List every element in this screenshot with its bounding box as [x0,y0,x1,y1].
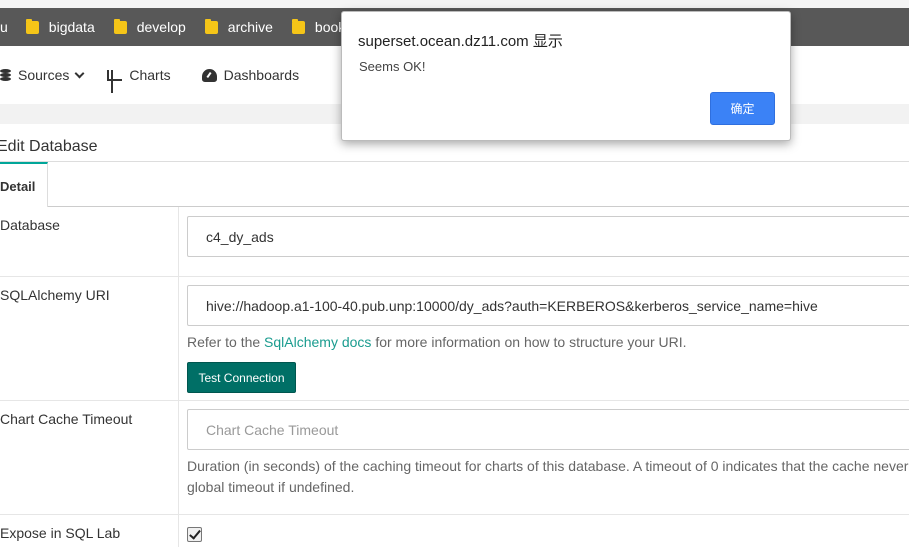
form-row-database: Database [0,207,909,277]
bookmark-bigdata[interactable]: bigdata [25,18,95,35]
folder-icon [113,18,127,34]
expose-sql-lab-checkbox[interactable] [187,527,202,542]
row-separator [178,401,179,514]
folder-icon [291,18,305,34]
database-input[interactable] [187,216,909,257]
row-separator [178,515,179,547]
nav-dashboards-label: Dashboards [223,67,300,83]
bookmark-label: develop [136,19,186,35]
dialog-message: Seems OK! [359,59,426,74]
row-separator [178,277,179,400]
browser-top-strip [0,0,909,8]
nav-charts[interactable]: Charts [107,67,171,93]
database-icon [0,69,11,81]
sqlalchemy-uri-label: SQLAlchemy URI [0,287,110,303]
database-label: Database [0,217,60,233]
nav-charts-label: Charts [129,67,171,83]
sqlalchemy-docs-link[interactable]: SqlAlchemy docs [264,334,371,350]
bookmark-cutoff: u [0,19,8,35]
expose-sql-lab-label: Expose in SQL Lab [0,525,121,541]
alert-dialog: superset.ocean.dz11.com 显示 Seems OK! 确定 [341,11,791,141]
bookmark-label: bigdata [48,19,95,35]
sqlalchemy-uri-input[interactable] [187,285,909,326]
bar-chart-icon [107,69,123,93]
form-row-chart-cache-timeout: Chart Cache Timeout Duration (in seconds… [0,401,909,515]
chart-cache-timeout-help-line1: Duration (in seconds) of the caching tim… [187,458,909,474]
help-text: for more information on how to structure… [371,334,687,350]
nav-sources[interactable]: Sources [0,67,85,83]
row-separator [178,207,179,276]
folder-icon [25,18,39,34]
chart-cache-timeout-help-line2: global timeout if undefined. [187,479,355,495]
nav-dashboards[interactable]: Dashboards [201,67,300,83]
dialog-ok-button[interactable]: 确定 [710,92,775,125]
folder-icon [204,18,218,34]
bookmark-develop[interactable]: develop [113,18,186,35]
bookmark-archive[interactable]: archive [204,18,273,35]
page-title: Edit Database [0,138,98,155]
dialog-title: superset.ocean.dz11.com 显示 [358,33,563,50]
test-connection-button[interactable]: Test Connection [187,362,296,393]
form-row-expose-sql-lab: Expose in SQL Lab [0,515,909,547]
title-divider [0,161,909,162]
form-row-sqlalchemy-uri: SQLAlchemy URI Refer to the SqlAlchemy d… [0,277,909,401]
tab-detail[interactable]: Detail [0,162,48,207]
nav-sources-label: Sources [18,67,70,83]
help-text: Refer to the [187,334,265,350]
dashboard-icon [201,68,217,82]
sqlalchemy-uri-help: Refer to the SqlAlchemy docs for more in… [187,332,687,353]
bookmark-label: archive [227,19,273,35]
chart-cache-timeout-input[interactable] [187,409,909,450]
bookmark-book[interactable]: book [291,18,345,35]
chevron-down-icon [74,68,85,78]
chart-cache-timeout-label: Chart Cache Timeout [0,411,133,427]
